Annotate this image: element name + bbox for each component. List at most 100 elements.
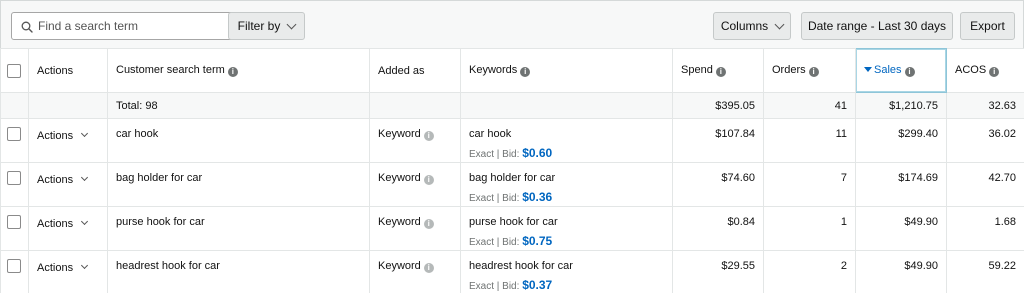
spend-cell: $0.84	[672, 206, 764, 251]
sort-descending-icon	[864, 67, 872, 72]
keyword-text: bag holder for car	[469, 172, 556, 184]
added-as-cell: Keyword i	[369, 162, 461, 207]
keyword-match-info: Exact | Bid: $0.75	[469, 234, 553, 248]
row-checkbox[interactable]	[7, 259, 21, 273]
table-row: Actions purse hook for car Keyword i purs…	[0, 206, 1024, 251]
search-box[interactable]	[11, 12, 246, 40]
table-row: Actions car hook Keyword i car hook Exact…	[0, 118, 1024, 163]
chevron-down-icon	[286, 19, 297, 29]
export-label: Export	[970, 19, 1005, 33]
keyword-match-info: Exact | Bid: $0.60	[469, 146, 553, 160]
added-as-cell: Keyword i	[369, 118, 461, 163]
date-range-button[interactable]: Date range - Last 30 days	[801, 12, 953, 40]
column-header-orders[interactable]: Orders i	[763, 48, 856, 93]
acos-cell: 36.02	[946, 118, 1024, 163]
row-checkbox[interactable]	[7, 215, 21, 229]
row-checkbox[interactable]	[7, 127, 21, 141]
totals-empty-cell	[460, 92, 673, 119]
keyword-cell: bag holder for car Exact | Bid: $0.36	[460, 162, 673, 207]
search-term-cell: car hook	[107, 118, 370, 163]
chevron-down-icon	[81, 217, 89, 226]
row-actions-dropdown[interactable]: Actions	[28, 118, 108, 163]
search-terms-table: Actions Customer search term i Added as K…	[0, 48, 1024, 293]
keyword-cell: purse hook for car Exact | Bid: $0.75	[460, 206, 673, 251]
totals-empty-cell	[0, 92, 29, 119]
spend-cell: $107.84	[672, 118, 764, 163]
row-actions-dropdown[interactable]: Actions	[28, 162, 108, 207]
keyword-text: purse hook for car	[469, 216, 558, 228]
column-header-spend[interactable]: Spend i	[672, 48, 764, 93]
added-as-cell: Keyword i	[369, 206, 461, 251]
keyword-match-info: Exact | Bid: $0.37	[469, 278, 553, 292]
row-actions-dropdown[interactable]: Actions	[28, 206, 108, 251]
orders-cell: 7	[763, 162, 856, 207]
row-select-cell	[0, 162, 29, 207]
acos-cell: 59.22	[946, 250, 1024, 293]
search-input[interactable]	[38, 18, 238, 34]
table-row: Actions headrest hook for car Keyword i h…	[0, 250, 1024, 293]
keyword-text: car hook	[469, 128, 512, 140]
info-icon[interactable]: i	[520, 67, 531, 77]
filter-by-button[interactable]: Filter by	[228, 12, 305, 40]
select-all-cell	[0, 48, 29, 93]
column-header-acos[interactable]: ACOS i	[946, 48, 1024, 93]
orders-cell: 11	[763, 118, 856, 163]
row-select-cell	[0, 118, 29, 163]
export-button[interactable]: Export	[960, 12, 1015, 40]
search-term-cell: purse hook for car	[107, 206, 370, 251]
keyword-text: headrest hook for car	[469, 260, 573, 272]
bid-link[interactable]: $0.37	[522, 278, 552, 292]
info-icon[interactable]: i	[227, 67, 238, 77]
keyword-cell: car hook Exact | Bid: $0.60	[460, 118, 673, 163]
row-actions-dropdown[interactable]: Actions	[28, 250, 108, 293]
info-icon[interactable]: i	[808, 67, 819, 77]
chevron-down-icon	[81, 261, 89, 270]
keyword-cell: headrest hook for car Exact | Bid: $0.37	[460, 250, 673, 293]
table-row: Actions bag holder for car Keyword i bag …	[0, 162, 1024, 207]
totals-row: Total: 98 $395.05 41 $1,210.75 32.63	[0, 92, 1024, 119]
totals-empty-cell	[28, 92, 108, 119]
info-icon[interactable]: i	[904, 67, 915, 77]
row-select-cell	[0, 206, 29, 251]
column-header-actions: Actions	[28, 48, 108, 93]
acos-cell: 42.70	[946, 162, 1024, 207]
totals-acos: 32.63	[946, 92, 1024, 119]
sales-cell: $49.90	[855, 206, 947, 251]
chevron-down-icon	[81, 173, 89, 182]
filter-by-label: Filter by	[237, 19, 281, 33]
column-header-sales[interactable]: Sales i	[855, 48, 947, 93]
search-icon	[21, 21, 33, 33]
info-icon[interactable]: i	[989, 67, 1000, 77]
bid-link[interactable]: $0.75	[522, 234, 552, 248]
row-select-cell	[0, 250, 29, 293]
info-icon[interactable]: i	[423, 219, 434, 229]
select-all-checkbox[interactable]	[7, 63, 21, 78]
orders-cell: 2	[763, 250, 856, 293]
columns-button[interactable]: Columns	[713, 12, 791, 40]
info-icon[interactable]: i	[715, 67, 726, 77]
info-icon[interactable]: i	[423, 131, 434, 141]
bid-link[interactable]: $0.36	[522, 190, 552, 204]
header-row: Actions Customer search term i Added as K…	[0, 48, 1024, 93]
totals-orders: 41	[763, 92, 856, 119]
chevron-down-icon	[774, 19, 785, 29]
acos-cell: 1.68	[946, 206, 1024, 251]
column-header-added-as: Added as	[369, 48, 461, 93]
spend-cell: $74.60	[672, 162, 764, 207]
search-term-cell: bag holder for car	[107, 162, 370, 207]
added-as-cell: Keyword i	[369, 250, 461, 293]
sales-cell: $174.69	[855, 162, 947, 207]
info-icon[interactable]: i	[423, 175, 434, 185]
toolbar: Filter by Columns Date range - Last 30 d…	[0, 0, 1024, 48]
sales-cell: $299.40	[855, 118, 947, 163]
info-icon[interactable]: i	[423, 263, 434, 273]
date-range-label: Date range - Last 30 days	[807, 19, 947, 33]
column-header-search-term[interactable]: Customer search term i	[107, 48, 370, 93]
orders-cell: 1	[763, 206, 856, 251]
totals-label: Total: 98	[107, 92, 370, 119]
columns-label: Columns	[720, 19, 769, 33]
bid-link[interactable]: $0.60	[522, 146, 552, 160]
column-header-keywords[interactable]: Keywords i	[460, 48, 673, 93]
row-checkbox[interactable]	[7, 171, 21, 185]
sales-cell: $49.90	[855, 250, 947, 293]
